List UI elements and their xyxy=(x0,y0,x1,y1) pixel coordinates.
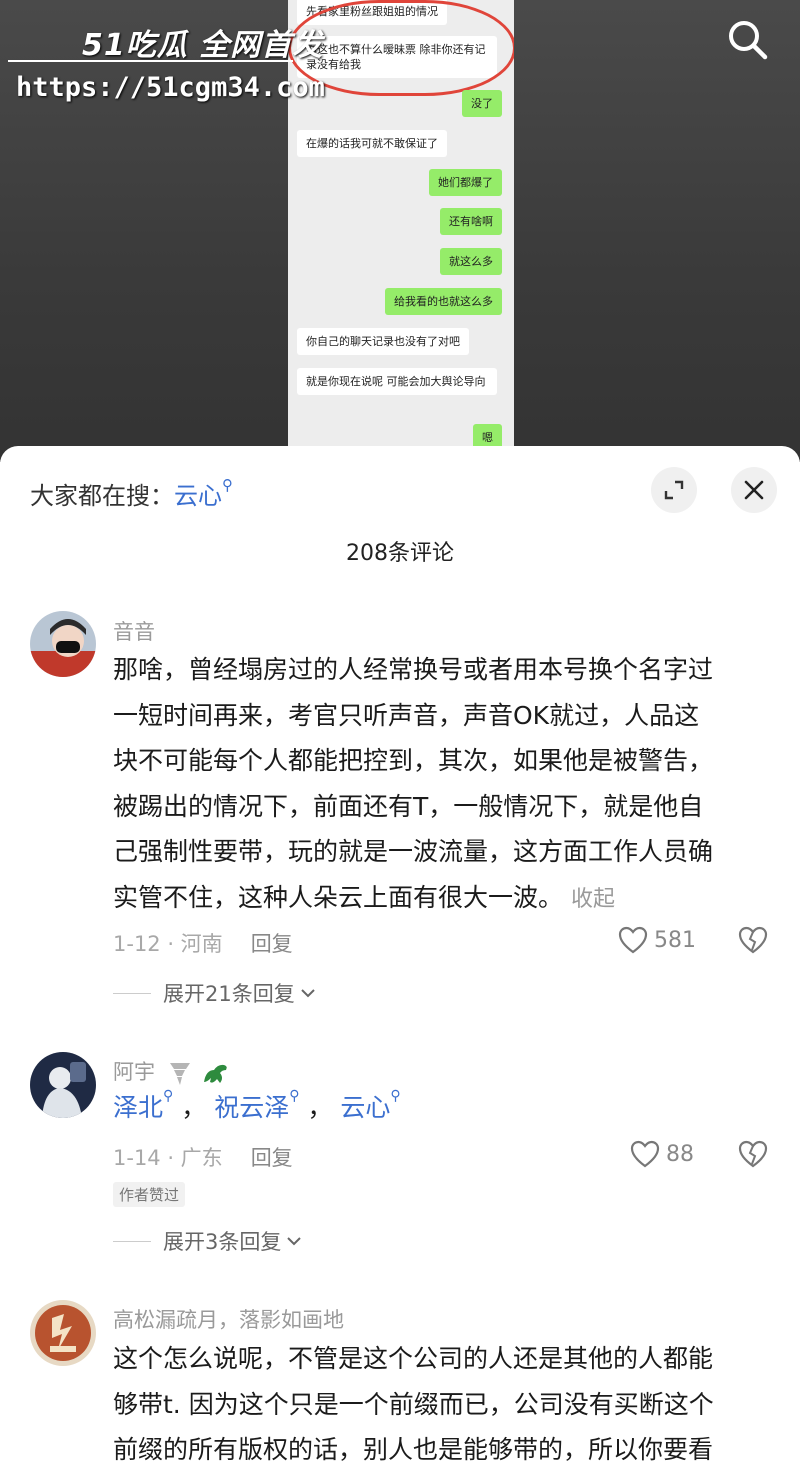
like-count: 88 xyxy=(666,1141,694,1167)
chevron-down-icon xyxy=(301,989,315,998)
close-icon xyxy=(744,480,764,500)
comment-line: 块不可能每个人都能把控到，其次，如果他是被警告， xyxy=(113,746,714,775)
comment-line: 实管不住，这种人朵云上面有很大一波。 xyxy=(113,882,564,912)
broken-heart-icon xyxy=(738,1140,768,1168)
comment-line: 那啥，曾经塌房过的人经常换号或者用本号换个名字过 xyxy=(113,655,714,684)
divider xyxy=(113,992,151,994)
comment-username[interactable]: 音音 xyxy=(113,616,155,646)
expand-replies[interactable]: 展开21条回复 xyxy=(113,978,317,1008)
chat-message: 在爆的话我可就不敢保证了 xyxy=(297,130,447,157)
comment-count: 208条评论 xyxy=(346,541,454,566)
broken-heart-icon xyxy=(738,926,768,954)
expand-replies[interactable]: 展开3条回复 xyxy=(113,1226,303,1256)
search-small-icon: ⚲ xyxy=(222,476,233,494)
search-small-icon: ⚲ xyxy=(390,1088,401,1104)
chat-screenshot: 先看家里粉丝跟姐姐的情况 你这也不算什么暧昧票 除非你还有记录没有给我 没了 在… xyxy=(288,0,514,462)
collapse-link[interactable]: 收起 xyxy=(571,887,615,912)
comment-username-row: 阿宇 xyxy=(113,1056,230,1086)
chat-message: 就这么多 xyxy=(440,248,502,275)
like-button[interactable]: 88 xyxy=(630,1140,694,1168)
comment-meta: 1-12 · 河南 回复 xyxy=(113,928,293,958)
heart-icon xyxy=(618,926,648,954)
comment-username[interactable]: 高松漏疏月，落影如画地 xyxy=(113,1304,344,1334)
expand-replies-label: 展开21条回复 xyxy=(163,982,295,1006)
comment-line: 够带t. 因为这个只是一个前缀而已，公司没有买断这个 xyxy=(113,1389,714,1419)
hot-search-label: 大家都在搜： xyxy=(30,482,174,510)
dinosaur-icon xyxy=(204,1064,228,1083)
comment-line: 前缀的所有版权的话，别人也是能够带的，所以你要看 xyxy=(113,1435,714,1464)
mention-link[interactable]: 祝云泽 xyxy=(214,1093,289,1122)
tornado-icon xyxy=(169,1063,190,1085)
avatar-image xyxy=(30,611,96,677)
chat-message: 你自己的聊天记录也没有了对吧 xyxy=(297,328,469,355)
expand-icon xyxy=(664,480,684,500)
avatar[interactable] xyxy=(30,1052,96,1118)
search-icon xyxy=(729,21,768,60)
expand-replies-label: 展开3条回复 xyxy=(163,1230,282,1254)
avatar-image xyxy=(30,1052,96,1118)
author-liked-badge: 作者赞过 xyxy=(113,1182,186,1207)
dislike-button[interactable] xyxy=(738,1140,768,1172)
chat-message: 给我看的也就这么多 xyxy=(385,288,502,315)
comment-text: 这个怎么说呢，不管是这个公司的人还是其他的人都能 够带t. 因为这个只是一个前缀… xyxy=(113,1336,773,1473)
like-button[interactable]: 581 xyxy=(618,926,696,954)
close-button[interactable] xyxy=(731,467,777,513)
comment-date-location: 1-14 · 广东 xyxy=(113,1146,223,1170)
chat-message: 还有啥啊 xyxy=(440,208,502,235)
hot-search-bar[interactable]: 大家都在搜：云心⚲ xyxy=(30,476,233,511)
comment-line: 己强制性要带，玩的就是一波流量，这方面工作人员确 xyxy=(113,837,714,866)
avatar-image xyxy=(30,1300,96,1366)
comment-line: 被踢出的情况下，前面还有T，一般情况下，就是他自 xyxy=(113,791,704,821)
expand-button[interactable] xyxy=(651,467,697,513)
search-small-icon: ⚲ xyxy=(289,1088,300,1104)
chat-message: 没了 xyxy=(462,90,502,117)
mention-link[interactable]: 泽北 xyxy=(113,1093,163,1122)
watermark-logo: 51吃瓜 全网首发 xyxy=(82,28,324,63)
comment-username[interactable]: 阿宇 xyxy=(113,1060,155,1084)
search-button[interactable] xyxy=(726,18,770,62)
comment-line: 这个怎么说呢，不管是这个公司的人还是其他的人都能 xyxy=(113,1344,714,1373)
chat-message: 她们都爆了 xyxy=(429,169,502,196)
reply-button[interactable]: 回复 xyxy=(251,1146,293,1170)
hot-search-keyword[interactable]: 云心 xyxy=(174,482,222,510)
watermark-divider xyxy=(8,60,293,62)
comment-line: 一短时间再来，考官只听声音，声音OK就过，人品这 xyxy=(113,700,700,730)
mention-list: 泽北⚲ ， 祝云泽⚲ ， 云心⚲ xyxy=(113,1088,401,1122)
like-count: 581 xyxy=(654,927,696,953)
comment-meta: 1-14 · 广东 回复 xyxy=(113,1142,293,1172)
chat-message: 就是你现在说呢 可能会加大舆论导向 xyxy=(297,368,497,395)
divider xyxy=(113,1240,151,1242)
dislike-button[interactable] xyxy=(738,926,768,958)
reply-button[interactable]: 回复 xyxy=(251,932,293,956)
comment-date-location: 1-12 · 河南 xyxy=(113,932,223,956)
avatar[interactable] xyxy=(30,1300,96,1366)
mention-link[interactable]: 云心 xyxy=(340,1093,390,1122)
comment-text: 那啥，曾经塌房过的人经常换号或者用本号换个名字过 一短时间再来，考官只听声音，声… xyxy=(113,647,773,922)
avatar[interactable] xyxy=(30,611,96,677)
chevron-down-icon xyxy=(287,1237,302,1246)
comment-panel: 大家都在搜：云心⚲ 208条评论 音音 那啥，曾经塌房过的人经常换号或者用本号换… xyxy=(0,446,800,1479)
watermark-url: https://51cgm34.com xyxy=(16,72,325,103)
search-small-icon: ⚲ xyxy=(163,1088,174,1104)
video-area[interactable]: 先看家里粉丝跟姐姐的情况 你这也不算什么暧昧票 除非你还有记录没有给我 没了 在… xyxy=(0,0,800,462)
heart-icon xyxy=(630,1140,660,1168)
